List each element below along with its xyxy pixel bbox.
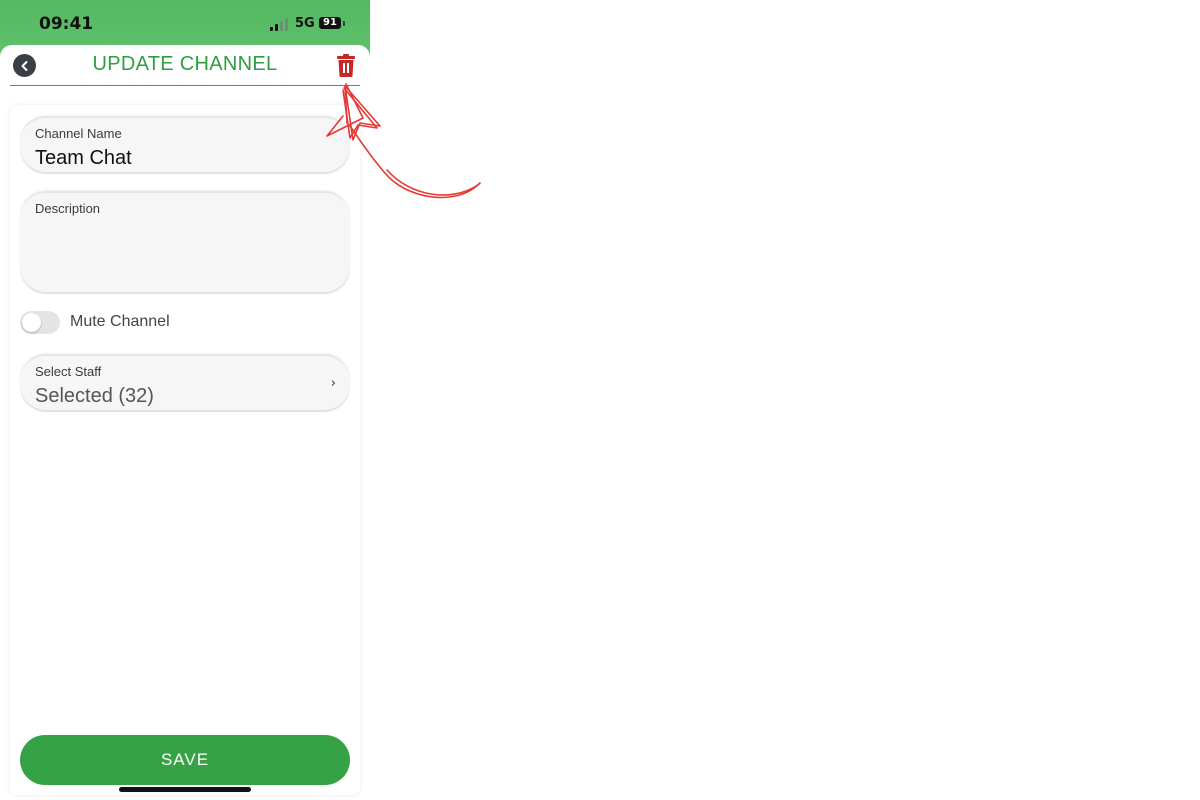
toggle-knob: [22, 313, 41, 332]
channel-name-value: Team Chat: [35, 147, 132, 169]
channel-name-label: Channel Name: [35, 126, 122, 141]
mute-channel-label: Mute Channel: [70, 313, 170, 330]
battery-level: 91: [323, 17, 337, 28]
battery-tip: [343, 21, 345, 26]
select-staff-field[interactable]: Select Staff Selected (32) ›: [20, 354, 350, 412]
select-staff-value: Selected (32): [35, 385, 154, 407]
signal-icon: [270, 18, 290, 31]
status-time: 09:41: [39, 14, 94, 34]
select-staff-label: Select Staff: [35, 364, 102, 379]
annotation-arrow: [326, 83, 481, 199]
status-bar: 09:41 5G 91: [0, 0, 370, 45]
description-field[interactable]: Description: [20, 191, 350, 294]
chevron-right-icon: ›: [330, 376, 336, 391]
page-title: UPDATE CHANNEL: [92, 53, 278, 75]
back-button[interactable]: [13, 54, 36, 77]
trash-icon: [337, 54, 355, 77]
header-divider: [10, 85, 360, 86]
delete-channel-button[interactable]: [335, 54, 357, 78]
home-indicator: [119, 787, 251, 792]
chevron-left-icon: [21, 60, 27, 71]
save-button[interactable]: SAVE: [20, 735, 350, 785]
network-type: 5G: [295, 16, 315, 31]
description-label: Description: [35, 201, 101, 216]
channel-name-field[interactable]: Channel Name Team Chat: [20, 116, 350, 174]
battery-icon: 91: [319, 17, 341, 29]
mute-channel-toggle[interactable]: [20, 311, 60, 334]
